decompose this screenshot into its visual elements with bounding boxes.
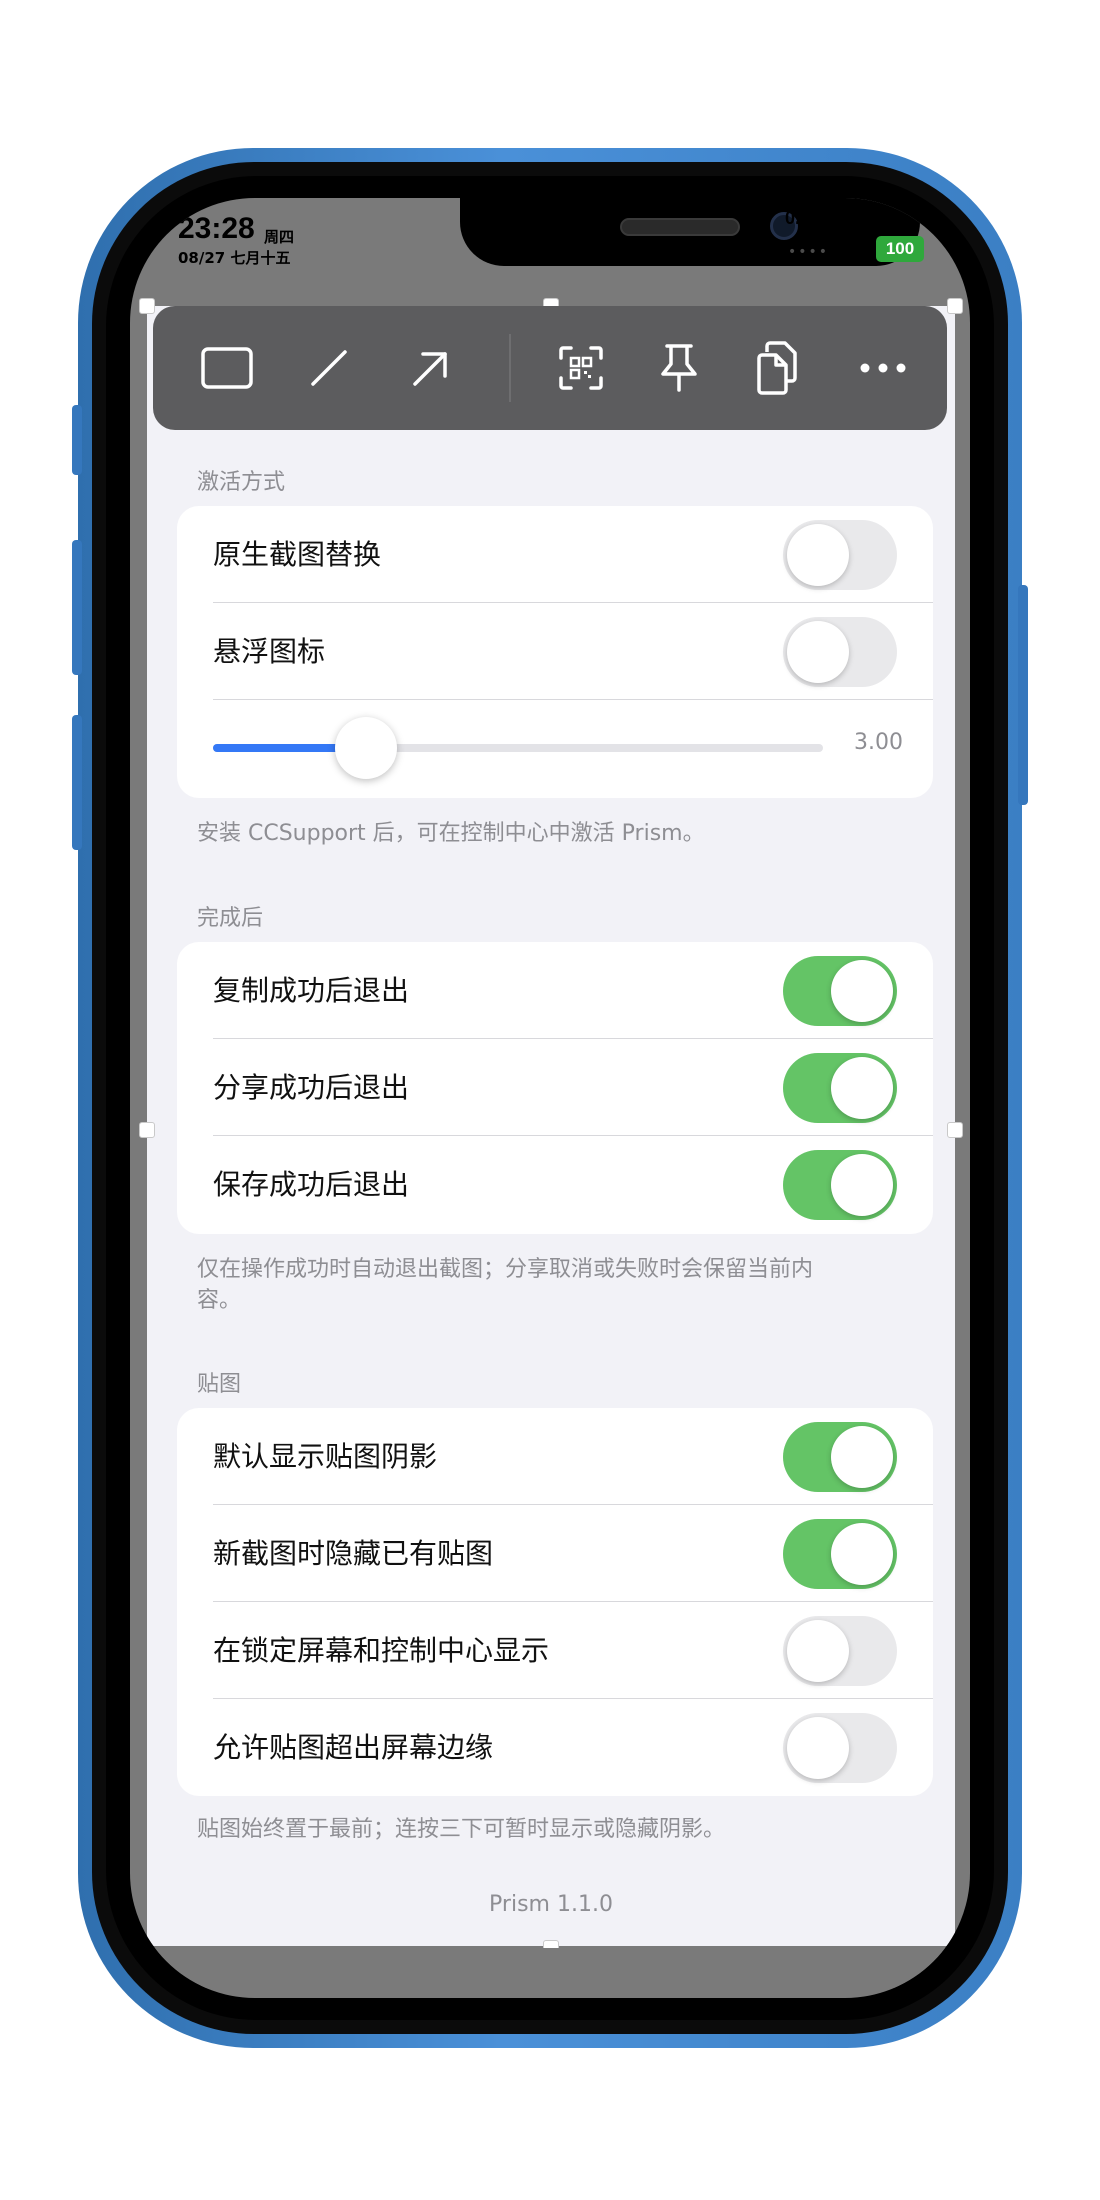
setting-row-exit-after-share: 分享成功后退出 (177, 1039, 933, 1136)
sticker-shadow-toggle[interactable] (783, 1422, 897, 1492)
status-date: 08/27 七月十五 (178, 249, 291, 267)
status-time: 23:28 (178, 212, 255, 245)
setting-row-show-on-lockscreen: 在锁定屏幕和控制中心显示 (177, 1602, 933, 1699)
bottom-dimmed-area (147, 1948, 955, 1988)
setting-label: 默认显示贴图阴影 (213, 1440, 438, 1473)
setting-row-sticker-shadow: 默认显示贴图阴影 (177, 1408, 933, 1505)
show-on-lockscreen-toggle[interactable] (783, 1616, 897, 1686)
setting-row-size-slider: 3.00 (177, 700, 933, 798)
setting-label: 允许贴图超出屏幕边缘 (213, 1731, 494, 1764)
setting-row-native-screenshot: 原生截图替换 (177, 506, 933, 603)
after-done-footnote: 仅在操作成功时自动退出截图；分享取消或失败时会保留当前内容。 (197, 1257, 814, 1313)
more-button[interactable] (853, 338, 913, 398)
setting-label: 分享成功后退出 (213, 1071, 410, 1104)
volume-up-button (72, 540, 82, 675)
pin-icon (661, 344, 697, 392)
settings-window: 激活方式 原生截图替换 悬浮图标 3.00 安装 CCSupport 后，可在控… (139, 298, 963, 1988)
setting-label: 新截图时隐藏已有贴图 (213, 1537, 494, 1570)
more-icon (860, 363, 906, 373)
power-button (1018, 585, 1028, 805)
network-speed: 0.0K/s 0.0K/s (785, 208, 897, 228)
status-weekday: 周四 (264, 228, 295, 246)
slider-value: 3.00 (854, 730, 903, 755)
line-icon (311, 350, 347, 386)
exit-after-copy-toggle[interactable] (783, 956, 897, 1026)
setting-label: 悬浮图标 (213, 635, 326, 668)
setting-row-hide-existing-stickers: 新截图时隐藏已有贴图 (177, 1505, 933, 1602)
setting-row-allow-offscreen: 允许贴图超出屏幕边缘 (177, 1699, 933, 1796)
screen: 23:28 周四 08/27 七月十五 0.0K/s 0.0K/s •••• 1… (130, 198, 970, 1998)
hide-existing-stickers-toggle[interactable] (783, 1519, 897, 1589)
rectangle-icon (201, 347, 253, 389)
allow-offscreen-toggle[interactable] (783, 1713, 897, 1783)
size-slider[interactable] (213, 744, 823, 752)
copy-button[interactable] (747, 338, 807, 398)
activation-card: 原生截图替换 悬浮图标 3.00 (177, 506, 933, 798)
line-tool-button[interactable] (299, 338, 359, 398)
arrow-tool-button[interactable] (401, 338, 461, 398)
app-version: Prism 1.1.0 (489, 1892, 613, 1917)
toolbar-divider (509, 334, 511, 402)
setting-row-exit-after-save: 保存成功后退出 (177, 1136, 933, 1233)
speaker-grille (620, 218, 740, 236)
floating-icon-toggle[interactable] (783, 617, 897, 687)
setting-row-floating-icon: 悬浮图标 (177, 603, 933, 700)
pin-button[interactable] (649, 338, 709, 398)
mute-switch (72, 405, 82, 475)
battery-indicator: 100 (876, 236, 924, 262)
activation-footnote: 安装 CCSupport 后，可在控制中心中激活 Prism。 (197, 821, 705, 846)
exit-after-save-toggle[interactable] (783, 1150, 897, 1220)
resize-handle-top-left[interactable] (139, 298, 155, 314)
resize-handle-left[interactable] (139, 1122, 155, 1138)
resize-handle-right[interactable] (947, 1122, 963, 1138)
resize-handle-top-right[interactable] (947, 298, 963, 314)
after-done-card: 复制成功后退出 分享成功后退出 保存成功后退出 (177, 942, 933, 1234)
sticker-footnote: 贴图始终置于最前；连按三下可暂时显示或隐藏阴影。 (197, 1817, 726, 1842)
setting-label: 原生截图替换 (213, 538, 382, 571)
qr-scan-icon (559, 346, 603, 390)
volume-down-button (72, 715, 82, 850)
rectangle-tool-button[interactable] (197, 338, 257, 398)
setting-label: 在锁定屏幕和控制中心显示 (213, 1634, 550, 1667)
signal-dots: •••• (788, 244, 830, 260)
section-header-activation: 激活方式 (197, 470, 286, 495)
setting-row-exit-after-copy: 复制成功后退出 (177, 942, 933, 1039)
arrow-icon (413, 352, 447, 386)
slider-thumb[interactable] (334, 717, 397, 779)
sticker-card: 默认显示贴图阴影 新截图时隐藏已有贴图 在锁定屏幕和控制中心显示 允许贴图超出屏… (177, 1408, 933, 1796)
annotation-toolbar (153, 306, 947, 430)
native-screenshot-toggle[interactable] (783, 520, 897, 590)
setting-label: 保存成功后退出 (213, 1168, 410, 1201)
qr-scan-button[interactable] (551, 338, 611, 398)
setting-label: 复制成功后退出 (213, 974, 410, 1007)
section-header-after-done: 完成后 (197, 906, 264, 931)
section-header-sticker: 贴图 (197, 1372, 242, 1397)
wifi-icon (837, 231, 869, 255)
copy-icon (757, 341, 797, 395)
exit-after-share-toggle[interactable] (783, 1053, 897, 1123)
